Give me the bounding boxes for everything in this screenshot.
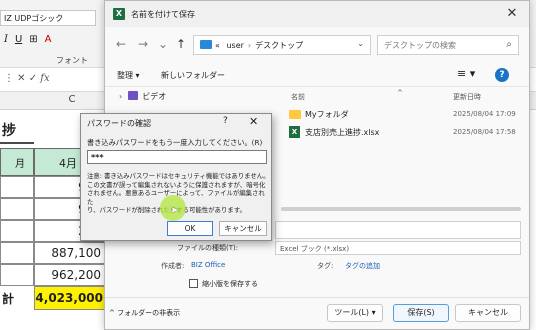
help-icon[interactable]: ? — [223, 116, 228, 126]
address-prefix: « — [215, 41, 220, 50]
excel-file-icon: X — [289, 126, 300, 138]
address-separator: › — [247, 41, 252, 50]
save-dialog-title: 名前を付けて保存 — [131, 10, 195, 19]
file-name-input[interactable] — [275, 221, 521, 239]
fx-icon: fx — [40, 73, 50, 84]
excel-app-icon: X — [113, 8, 125, 20]
file-date: 2025/08/04 17:09 — [453, 110, 516, 118]
metadata-row: 作成者: BIZ Office タグ: タグの追加 — [105, 257, 529, 275]
file-type-select[interactable]: Excel ブック (*.xlsx) — [275, 241, 521, 255]
up-arrow-icon[interactable]: ↑ — [173, 36, 189, 52]
row-label-cell[interactable] — [0, 242, 34, 264]
close-icon[interactable]: ✕ — [249, 115, 258, 128]
underline-button[interactable]: U — [15, 34, 22, 48]
password-prompt: 書き込みパスワードをもう一度入力してください。(R) — [87, 138, 263, 147]
navigation-bar: ← → ⌄ ↑ « user › デスクトップ ⌄ デスクトップの検索 ⌕ — [105, 31, 529, 59]
tag-label: タグ: — [317, 262, 334, 270]
author-field[interactable]: BIZ Office — [191, 261, 225, 269]
total-label-cell[interactable]: 計 — [0, 286, 34, 310]
row-label-cell[interactable] — [0, 220, 34, 242]
nav-item-video[interactable]: › ビデオ — [119, 91, 166, 102]
font-group-label: フォント — [56, 56, 88, 65]
row-label-cell[interactable] — [0, 198, 34, 220]
save-dialog-titlebar: X 名前を付けて保存 ✕ — [105, 1, 529, 27]
organize-menu[interactable]: 整理 ▾ — [117, 70, 140, 81]
month-header-cell[interactable]: 月 — [0, 148, 34, 176]
horizontal-scrollbar[interactable] — [281, 207, 521, 211]
author-label: 作成者: — [161, 262, 185, 270]
nav-item-label: ビデオ — [142, 92, 167, 101]
address-bar[interactable]: « user › デスクトップ ⌄ — [193, 35, 371, 55]
new-folder-button[interactable]: 新しいフォルダー — [161, 70, 225, 81]
password-dialog-title: パスワードの確認 — [87, 119, 151, 128]
row-label-cell[interactable] — [0, 264, 34, 286]
file-type-row: ファイルの種類(T): Excel ブック (*.xlsx) — [105, 241, 529, 257]
view-menu-icon[interactable]: ≡ ▾ — [457, 67, 475, 80]
save-thumbnail-option[interactable]: 縮小版を保存する — [189, 279, 258, 289]
hide-folders-toggle[interactable]: ^ フォルダーの非表示 — [109, 308, 180, 318]
address-dropdown-icon[interactable]: ⌄ — [357, 39, 364, 48]
font-color-button[interactable]: A — [45, 34, 52, 48]
address-user[interactable]: user — [226, 41, 243, 50]
desktop-folder-icon — [200, 40, 212, 49]
command-bar: 整理 ▾ 新しいフォルダー ≡ ▾ ? — [105, 63, 529, 87]
file-type-label: ファイルの種類(T): — [177, 244, 239, 252]
value-cell[interactable]: 962,200 — [34, 264, 110, 286]
cancel-button[interactable]: キャンセル — [455, 304, 521, 322]
password-confirm-dialog: パスワードの確認 ? ✕ 書き込みパスワードをもう一度入力してください。(R) … — [80, 113, 272, 241]
forward-arrow-icon[interactable]: → — [135, 36, 151, 52]
font-tools: I U ⊞ A — [4, 34, 52, 48]
hide-folders-label: フォルダーの非表示 — [117, 309, 181, 317]
dialog-footer: ^ フォルダーの非表示 ツール(L) ▾ 保存(S) キャンセル — [105, 297, 529, 330]
column-date-header[interactable]: 更新日時 — [453, 92, 481, 102]
file-list: ^ 名前 更新日時 Myフォルダ 2025/08/04 17:09 X 支店別売… — [281, 87, 531, 217]
help-icon[interactable]: ? — [495, 68, 509, 82]
expand-chevron-icon[interactable]: › — [119, 92, 122, 101]
row-label-cell[interactable] — [0, 176, 34, 198]
border-button[interactable]: ⊞ — [29, 34, 37, 48]
fx-area[interactable]: ⋮ ✕ ✓ fx — [4, 73, 50, 84]
value-cell[interactable]: 887,100 — [34, 242, 110, 264]
search-icon: ⌕ — [506, 39, 512, 50]
back-arrow-icon[interactable]: ← — [113, 36, 129, 52]
cancel-button[interactable]: キャンセル — [219, 221, 267, 236]
tools-button[interactable]: ツール(L) ▾ — [327, 304, 383, 322]
file-name: 支店別売上進捗.xlsx — [305, 128, 380, 137]
search-box[interactable]: デスクトップの検索 ⌕ — [377, 35, 519, 55]
title-cell[interactable]: 捗 — [0, 116, 34, 144]
address-desktop[interactable]: デスクトップ — [255, 41, 303, 50]
total-value-cell[interactable]: 4,023,000 — [34, 286, 110, 310]
file-list-header: ^ 名前 更新日時 — [281, 89, 531, 105]
folder-icon — [289, 110, 301, 119]
save-button[interactable]: 保存(S) — [393, 304, 449, 322]
file-name: Myフォルダ — [305, 110, 349, 119]
sort-caret-icon: ^ — [397, 89, 403, 97]
list-item[interactable]: X 支店別売上進捗.xlsx 2025/08/04 17:58 — [281, 123, 531, 141]
column-c-header[interactable]: C — [40, 94, 104, 105]
list-item[interactable]: Myフォルダ 2025/08/04 17:09 — [281, 105, 531, 123]
video-folder-icon — [128, 91, 139, 100]
italic-button[interactable]: I — [4, 34, 8, 48]
password-input[interactable]: *** — [87, 150, 267, 164]
mouse-cursor-icon: ➤ — [170, 205, 179, 216]
tag-field[interactable]: タグの追加 — [345, 261, 380, 271]
ok-button[interactable]: OK — [167, 221, 213, 236]
thumbnail-checkbox[interactable] — [189, 279, 198, 288]
recent-locations-chevron-icon[interactable]: ⌄ — [155, 36, 171, 52]
column-name-header[interactable]: 名前 — [291, 92, 305, 102]
file-date: 2025/08/04 17:58 — [453, 128, 516, 136]
font-name-box[interactable]: IZ UDPゴシック — [0, 10, 96, 26]
thumbnail-label: 縮小版を保存する — [202, 280, 258, 288]
close-icon[interactable]: ✕ — [501, 4, 523, 24]
search-placeholder: デスクトップの検索 — [384, 41, 456, 50]
